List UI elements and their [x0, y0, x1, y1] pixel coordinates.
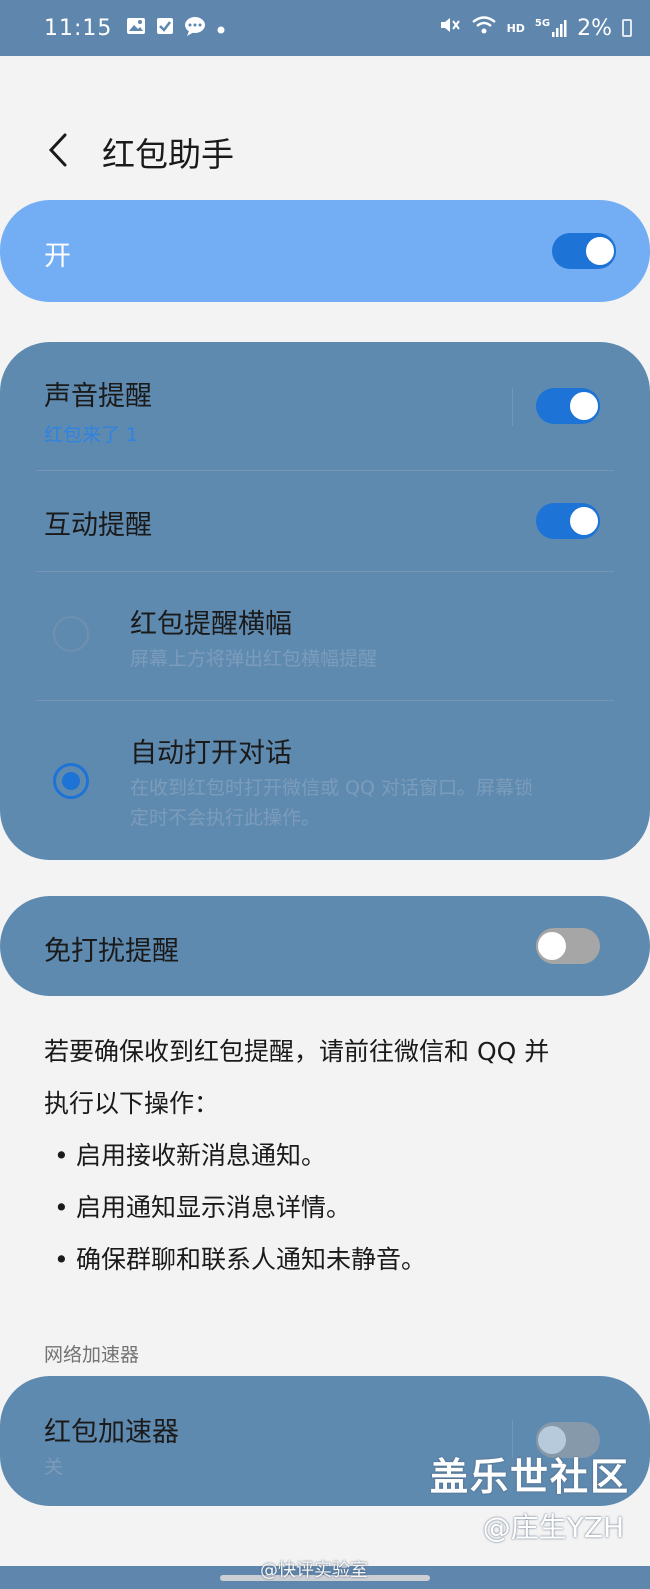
- auto-open-option-row[interactable]: 自动打开对话 在收到红包时打开微信或 QQ 对话窗口。屏幕锁 定时不会执行此操作…: [0, 701, 650, 859]
- auto-open-option-title: 自动打开对话: [130, 738, 292, 769]
- info-line-2: 执行以下操作：: [44, 1089, 220, 1118]
- status-time: 11:15: [44, 15, 113, 41]
- sound-alert-toggle[interactable]: [536, 388, 600, 424]
- sound-alert-title: 声音提醒: [44, 381, 152, 412]
- battery-percent: 2%: [577, 15, 612, 41]
- interactive-alert-title: 互动提醒: [44, 510, 152, 541]
- master-toggle[interactable]: [552, 233, 616, 269]
- status-right-group: HD 5G 2%: [439, 15, 632, 41]
- network-section-header: 网络加速器: [44, 1344, 140, 1366]
- hd-label: HD: [506, 21, 525, 35]
- message-icon: [184, 16, 206, 41]
- auto-open-radio[interactable]: [53, 763, 89, 799]
- watermark-logo: 盖乐世社区: [429, 1455, 630, 1499]
- auto-open-option-subtitle-line1: 在收到红包时打开微信或 QQ 对话窗口。屏幕锁: [130, 777, 533, 799]
- toggle-knob: [568, 505, 600, 537]
- info-block: 若要确保收到红包提醒，请前往微信和 QQ 并 执行以下操作： • 启用接收新消息通…: [44, 1026, 604, 1286]
- back-button[interactable]: [38, 120, 78, 180]
- watermark-handle: @庄生YZH: [482, 1511, 624, 1544]
- interactive-alert-row[interactable]: 互动提醒: [0, 471, 650, 571]
- alert-settings-group: 声音提醒 红包来了 1 互动提醒 红包提醒横幅 屏幕上方将弹出红包横幅提醒 自动…: [0, 342, 650, 860]
- dnd-alert-row[interactable]: 免打扰提醒: [0, 896, 650, 996]
- bullet-dot-icon: •: [54, 1141, 69, 1170]
- accelerator-title: 红包加速器: [44, 1417, 179, 1448]
- network-label: 5G: [534, 18, 551, 29]
- chevron-left-icon: [48, 133, 67, 167]
- toggle-knob: [536, 930, 568, 962]
- toggle-knob: [568, 390, 600, 422]
- info-bullet: • 启用通知显示消息详情。: [44, 1182, 604, 1234]
- banner-option-row[interactable]: 红包提醒横幅 屏幕上方将弹出红包横幅提醒: [0, 572, 650, 700]
- banner-option-subtitle: 屏幕上方将弹出红包横幅提醒: [130, 648, 378, 670]
- bullet-dot-icon: •: [54, 1245, 69, 1274]
- dnd-alert-toggle[interactable]: [536, 928, 600, 964]
- page-title: 红包助手: [102, 135, 234, 174]
- info-bullet-text: 启用通知显示消息详情。: [76, 1193, 352, 1222]
- bullet-dot-icon: •: [54, 1193, 69, 1222]
- radio-dot: [62, 772, 80, 790]
- info-line-1: 若要确保收到红包提醒，请前往微信和 QQ 并: [44, 1037, 550, 1066]
- mute-icon: [439, 15, 461, 41]
- banner-radio[interactable]: [53, 616, 89, 652]
- info-bullet: • 启用接收新消息通知。: [44, 1130, 604, 1182]
- signal-icon: 5G: [535, 18, 567, 38]
- interactive-alert-toggle[interactable]: [536, 503, 600, 539]
- check-square-icon: [156, 16, 174, 40]
- watermark-weibo: @快评实验室: [260, 1560, 368, 1581]
- status-bar: 11:15 HD 5G 2%: [0, 0, 650, 56]
- master-switch-label: 开: [44, 241, 71, 272]
- info-bullet-text: 启用接收新消息通知。: [76, 1141, 327, 1170]
- toggle-knob: [584, 235, 616, 267]
- info-bullet: • 确保群聊和联系人通知未静音。: [44, 1234, 604, 1286]
- image-icon: [126, 16, 146, 40]
- dnd-alert-title: 免打扰提醒: [44, 936, 179, 967]
- banner-option-title: 红包提醒横幅: [130, 609, 292, 640]
- info-bullet-text: 确保群聊和联系人通知未静音。: [76, 1245, 427, 1274]
- sound-alert-subtitle: 红包来了 1: [44, 424, 139, 446]
- sound-alert-row[interactable]: 声音提醒 红包来了 1: [0, 342, 650, 470]
- page-header: 红包助手: [0, 120, 650, 180]
- row-vertical-divider: [512, 388, 513, 426]
- battery-icon: [622, 19, 632, 37]
- master-switch-card[interactable]: 开: [0, 200, 650, 302]
- accelerator-subtitle: 关: [44, 1456, 64, 1478]
- dot-icon: [216, 16, 226, 40]
- wifi-icon: [471, 15, 497, 41]
- auto-open-option-subtitle-line2: 定时不会执行此操作。: [130, 807, 321, 829]
